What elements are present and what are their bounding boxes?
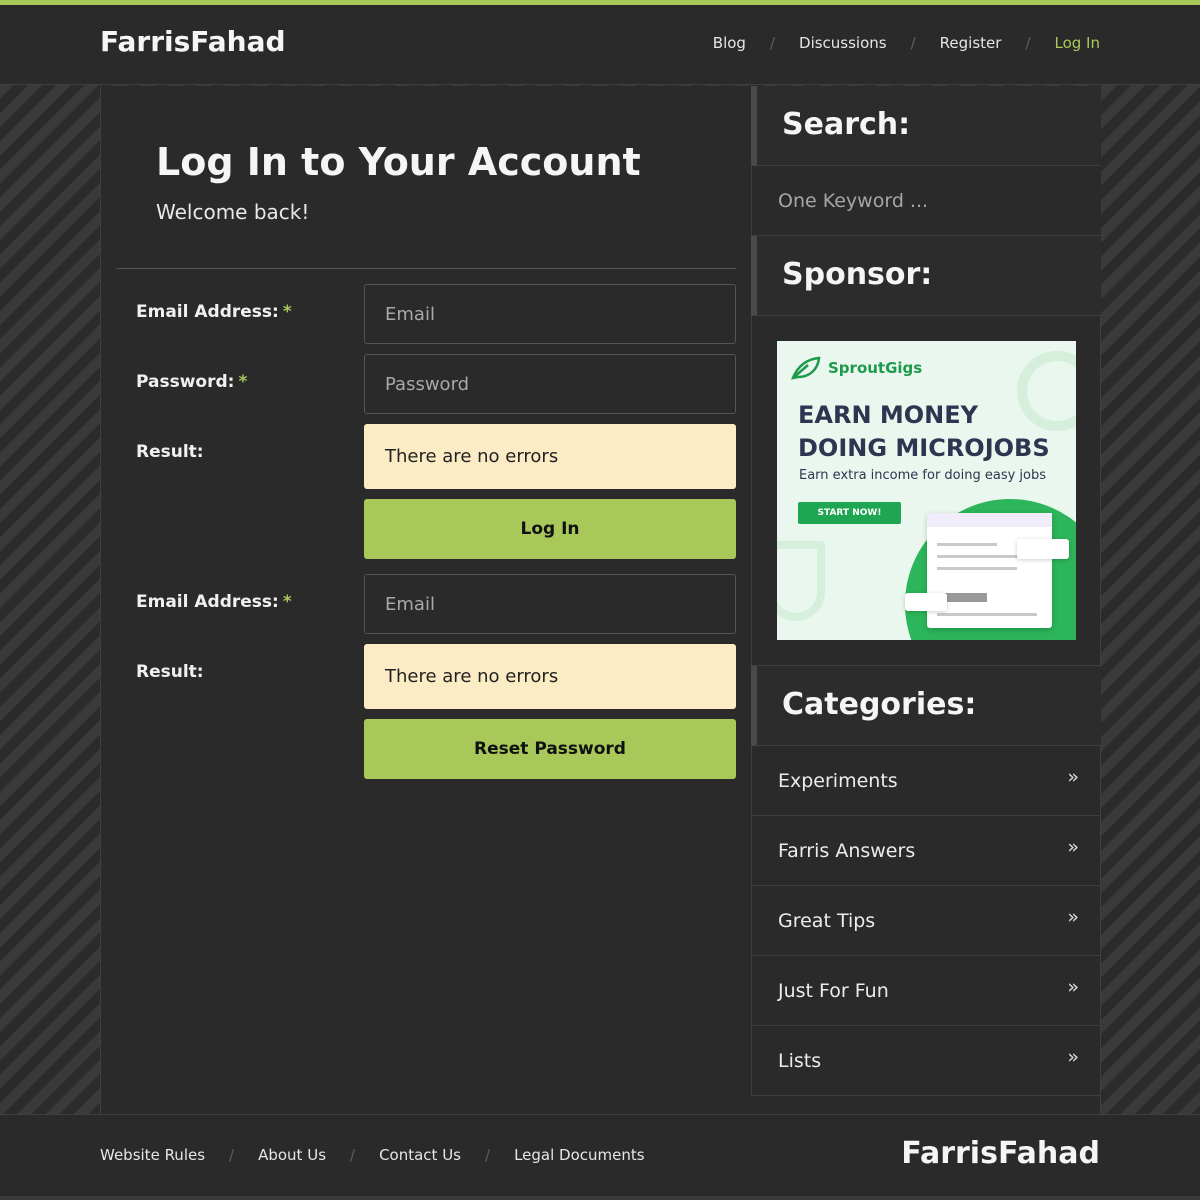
ad-mock-line (937, 543, 997, 546)
nav-separator: / (350, 1146, 356, 1164)
reset-result-label: Result: (136, 662, 204, 682)
sponsor-widget: SproutGigs EARN MONEY DOING MICROJOBS Ea… (751, 316, 1101, 666)
footer-logo[interactable]: FarrisFahad (901, 1136, 1100, 1171)
category-label: Great Tips (778, 909, 876, 932)
login-password-input[interactable] (364, 354, 736, 414)
login-button[interactable]: Log In (364, 499, 736, 559)
nav-link-discussions[interactable]: Discussions (799, 34, 887, 52)
bottom-line (0, 1196, 1200, 1200)
main-content: Log In to Your Account Welcome back! Ema… (100, 86, 751, 1114)
category-label: Farris Answers (778, 839, 916, 862)
reset-email-label-text: Email Address: (136, 592, 279, 612)
ad-notification-bubble (1017, 539, 1069, 559)
chevron-right-icon: » (1067, 766, 1079, 788)
login-result-message: There are no errors (364, 424, 736, 489)
categories-widget-header: Categories: (751, 666, 1101, 746)
category-item[interactable]: Experiments » (751, 746, 1101, 816)
reset-password-button[interactable]: Reset Password (364, 719, 736, 779)
nav-separator: / (485, 1146, 491, 1164)
footer-link-about-us[interactable]: About Us (258, 1146, 326, 1164)
sidebar: Search: Sponsor: SproutGigs EARN MONEY D… (751, 86, 1101, 1114)
ad-mock-line (937, 567, 1017, 570)
required-mark: * (282, 592, 292, 612)
category-label: Lists (778, 1049, 822, 1072)
category-label: Just For Fun (778, 979, 889, 1002)
footer-link-contact-us[interactable]: Contact Us (379, 1146, 461, 1164)
ad-logo-text: SproutGigs (828, 359, 923, 377)
login-email-label: Email Address: * (136, 302, 292, 322)
login-email-input[interactable] (364, 284, 736, 344)
nav-separator: / (229, 1146, 235, 1164)
login-password-label-text: Password: (136, 372, 235, 392)
nav-link-blog[interactable]: Blog (713, 34, 746, 52)
nav-separator: / (1025, 34, 1031, 52)
nav-separator: / (769, 34, 776, 52)
nav-link-login[interactable]: Log In (1055, 34, 1101, 52)
ad-mock-line (937, 613, 1037, 616)
divider (116, 268, 736, 269)
site-header: FarrisFahad Blog / Discussions / Registe… (0, 5, 1200, 85)
category-item[interactable]: Just For Fun » (751, 956, 1101, 1026)
categories-widget-title: Categories: (782, 687, 977, 722)
sponsor-ad-banner[interactable]: SproutGigs EARN MONEY DOING MICROJOBS Ea… (777, 341, 1076, 640)
login-result-label: Result: (136, 442, 204, 462)
sponsor-widget-title: Sponsor: (782, 257, 933, 292)
chevron-right-icon: » (1067, 976, 1079, 998)
footer-nav: Website Rules / About Us / Contact Us / … (100, 1146, 645, 1164)
search-widget-header: Search: (751, 86, 1101, 166)
ad-headline: EARN MONEY DOING MICROJOBS (798, 401, 1050, 462)
sponsor-widget-header: Sponsor: (751, 236, 1101, 316)
category-item[interactable]: Farris Answers » (751, 816, 1101, 886)
ad-cta-button[interactable]: START NOW! (798, 502, 901, 524)
footer-link-legal-documents[interactable]: Legal Documents (514, 1146, 645, 1164)
page-title: Log In to Your Account (156, 140, 641, 184)
chevron-right-icon: » (1067, 1046, 1079, 1068)
reset-result-message: There are no errors (364, 644, 736, 709)
main-nav: Blog / Discussions / Register / Log In (713, 34, 1100, 52)
ad-decoration (777, 541, 825, 621)
ad-logo: SproutGigs (790, 355, 922, 381)
ad-notification-bubble (905, 593, 947, 611)
required-mark: * (282, 302, 292, 322)
nav-link-register[interactable]: Register (940, 34, 1002, 52)
page-subtitle: Welcome back! (156, 200, 310, 224)
site-footer: Website Rules / About Us / Contact Us / … (0, 1114, 1200, 1200)
chevron-right-icon: » (1067, 836, 1079, 858)
reset-email-input[interactable] (364, 574, 736, 634)
category-item[interactable]: Lists » (751, 1026, 1101, 1096)
login-email-label-text: Email Address: (136, 302, 279, 322)
nav-separator: / (910, 34, 916, 52)
site-logo[interactable]: FarrisFahad (100, 25, 286, 58)
footer-link-website-rules[interactable]: Website Rules (100, 1146, 205, 1164)
ad-app-screenshot (927, 513, 1052, 628)
category-label: Experiments (778, 769, 898, 792)
category-item[interactable]: Great Tips » (751, 886, 1101, 956)
sprout-leaf-icon (791, 356, 821, 380)
search-input[interactable] (751, 166, 1101, 236)
login-password-label: Password: * (136, 372, 247, 392)
required-mark: * (238, 372, 248, 392)
reset-email-label: Email Address: * (136, 592, 292, 612)
chevron-right-icon: » (1067, 906, 1079, 928)
ad-subtext: Earn extra income for doing easy jobs (799, 468, 1047, 483)
ad-mock-bar (927, 513, 1052, 527)
search-widget-title: Search: (782, 107, 911, 142)
